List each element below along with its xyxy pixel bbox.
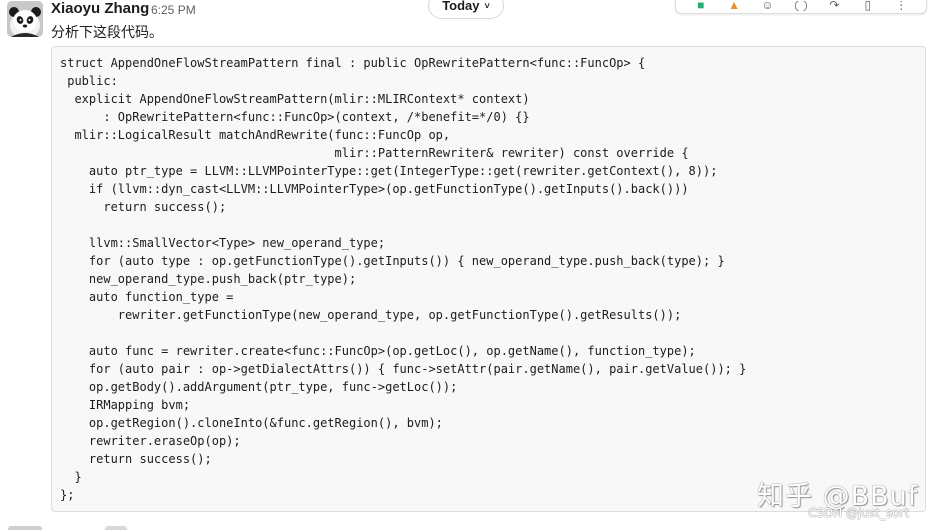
code-line: struct AppendOneFlowStreamPattern final … xyxy=(60,56,646,70)
thread-reply-icon[interactable]: ◯ xyxy=(790,1,812,11)
message-text: 分析下这段代码。 xyxy=(51,25,163,41)
code-line: explicit AppendOneFlowStreamPattern(mlir… xyxy=(60,92,530,106)
code-line: for (auto pair : op->getDialectAttrs()) … xyxy=(60,362,747,376)
chevron-down-icon: ˅ xyxy=(484,0,490,11)
code-line: if (llvm::dyn_cast<LLVM::LLVMPointerType… xyxy=(60,182,689,196)
green-check-icon[interactable]: ■ xyxy=(690,1,712,11)
code-block: struct AppendOneFlowStreamPattern final … xyxy=(51,46,926,512)
message-actions-toolbar: ■ ▲ ☺ ◯ ↷ ▯ ⋮ xyxy=(675,0,927,14)
code-line: : OpRewritePattern<func::FuncOp>(context… xyxy=(60,110,530,124)
panda-avatar-icon xyxy=(7,1,43,37)
forward-icon[interactable]: ↷ xyxy=(823,1,845,11)
code-line: op.getRegion().cloneInto(&func.getRegion… xyxy=(60,416,443,430)
code-line: rewriter.eraseOp(op); xyxy=(60,434,241,448)
next-message-avatar-fragment xyxy=(8,526,42,530)
date-divider-button[interactable]: Today ˅ xyxy=(428,0,504,19)
code-line: mlir::LogicalResult matchAndRewrite(func… xyxy=(60,128,451,142)
emoji-icon[interactable]: ☺ xyxy=(757,1,779,11)
code-line: for (auto type : op.getFunctionType().ge… xyxy=(60,254,725,268)
orange-reaction-icon[interactable]: ▲ xyxy=(723,1,745,11)
code-line: llvm::SmallVector<Type> new_operand_type… xyxy=(60,236,386,250)
csdn-watermark: CSDN @just_sort xyxy=(808,506,910,520)
code-line: public: xyxy=(60,74,118,88)
code-line: auto func = rewriter.create<func::FuncOp… xyxy=(60,344,696,358)
code-line: return success(); xyxy=(60,200,227,214)
code-line: auto function_type = xyxy=(60,290,234,304)
code-line: mlir::PatternRewriter& rewriter) const o… xyxy=(60,146,689,160)
sender-name[interactable]: Xiaoyu Zhang xyxy=(51,0,149,17)
date-divider-label: Today xyxy=(442,0,480,13)
more-icon[interactable]: ⋮ xyxy=(890,1,912,11)
avatar[interactable] xyxy=(7,1,43,37)
chat-message-view: Today ˅ ■ ▲ ☺ ◯ ↷ ▯ ⋮ Xiaoyu Zhang 6:25 … xyxy=(0,0,937,530)
code-line: IRMapping bvm; xyxy=(60,398,191,412)
message-timestamp[interactable]: 6:25 PM xyxy=(151,3,196,17)
code-line: op.getBody().addArgument(ptr_type, func-… xyxy=(60,380,458,394)
code-line: return success(); xyxy=(60,452,212,466)
code-line: rewriter.getFunctionType(new_operand_typ… xyxy=(60,308,682,322)
bookmark-icon[interactable]: ▯ xyxy=(857,1,879,11)
code-line: auto ptr_type = LLVM::LLVMPointerType::g… xyxy=(60,164,718,178)
next-message-fragment xyxy=(105,526,127,530)
code-line: new_operand_type.push_back(ptr_type); xyxy=(60,272,357,286)
